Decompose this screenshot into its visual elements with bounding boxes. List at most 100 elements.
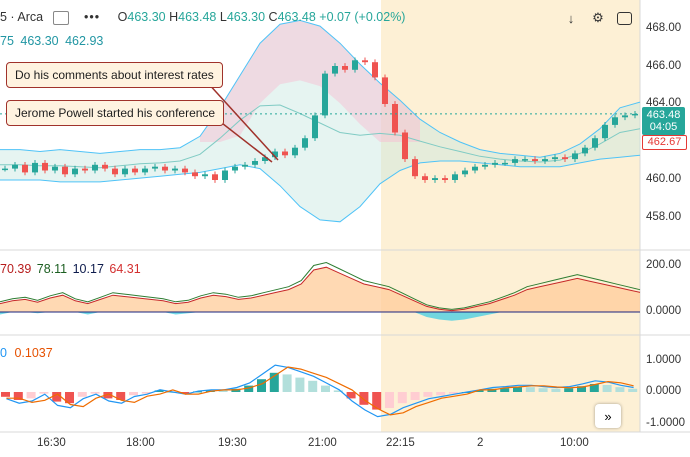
macd-tick: 0.0000 (646, 385, 682, 397)
price-tick: 466.00 (646, 60, 682, 72)
candle-body (232, 166, 238, 171)
macd-histogram-bar (39, 392, 49, 394)
candle-body (462, 170, 468, 175)
settings-icon[interactable]: ⚙ (588, 8, 608, 28)
ohlc-values: O463.30 H463.48 L463.30 C463.48 +0.07 (+… (118, 10, 406, 24)
time-tick: 21:00 (308, 437, 337, 449)
candle-body (292, 147, 298, 156)
maximize-icon[interactable] (614, 8, 634, 28)
indicator-value: 462.93 (65, 34, 104, 48)
change-value: +0.07 (+0.02%) (319, 10, 406, 24)
candle-body (522, 159, 528, 161)
ohlc-low-key: L (219, 10, 227, 24)
oscillator-legend: 70.39 78.11 10.17 64.31 (0, 261, 141, 277)
candle-body (142, 168, 148, 173)
extended-hours-shade (381, 0, 640, 432)
price-tick: 468.00 (646, 22, 682, 34)
macd-histogram-bar (282, 374, 292, 392)
indicator-value: 463.30 (20, 34, 59, 48)
ohlc-close-key: C (268, 10, 278, 24)
candle-body (612, 117, 618, 125)
candle-body (82, 168, 88, 171)
ohlc-high-value: 463.48 (178, 10, 217, 24)
last-price-label: 463.48 04:05 (642, 107, 685, 135)
annotation-callout[interactable]: Jerome Powell started his conference (6, 100, 225, 126)
scroll-to-realtime-button[interactable]: » (595, 404, 621, 428)
candle-body (352, 60, 358, 70)
candle-body (432, 178, 438, 180)
trading-chart[interactable]: 5 · Arca ••• O463.30 H463.48 L463.30 C46… (0, 0, 690, 457)
candle-body (312, 115, 318, 139)
candle-body (592, 138, 598, 148)
candle-body (252, 161, 258, 165)
indicator-legend: 75 463.30 462.93 (0, 33, 103, 49)
candle-body (582, 147, 588, 154)
macd-histogram-bar (513, 387, 522, 392)
candle-body (52, 166, 58, 171)
candle-body (172, 168, 178, 171)
candle-body (132, 168, 138, 173)
macd-histogram-bar (1, 392, 10, 397)
candle-body (202, 174, 208, 177)
osc-tick: 0.0000 (646, 305, 682, 317)
macd-histogram-bar (359, 392, 369, 405)
macd-histogram-bar (385, 392, 394, 408)
time-tick: 19:30 (218, 437, 247, 449)
candle-body (32, 162, 38, 173)
macd-histogram-bar (551, 388, 561, 392)
price-tick: 460.00 (646, 173, 682, 185)
macd-histogram-bar (410, 392, 420, 400)
candle-body (112, 168, 118, 175)
ohlc-open-key: O (117, 10, 128, 24)
time-tick: 18:00 (126, 437, 155, 449)
candle-body (482, 164, 488, 167)
arrow-down-icon[interactable]: ↓ (561, 8, 581, 28)
candle-body (332, 66, 338, 74)
candle-body (212, 174, 218, 180)
macd-histogram-bar (90, 392, 100, 394)
symbol-name[interactable]: 5 · Arca (0, 10, 43, 24)
time-tick: 16:30 (37, 437, 66, 449)
candle-body (472, 166, 478, 171)
time-tick: 22:15 (386, 437, 415, 449)
macd-tick: 1.0000 (646, 354, 682, 366)
time-tick: 10:00 (560, 437, 589, 449)
candle-body (542, 159, 548, 161)
candle-body (572, 153, 578, 160)
macd-tick: -1.0000 (646, 417, 686, 429)
ohlc-high-key: H (169, 10, 179, 24)
macd-histogram-bar (52, 392, 62, 402)
candle-body (62, 166, 68, 175)
macd-legend-value: 0 (0, 346, 7, 360)
candle-body (382, 77, 388, 104)
macd-histogram-bar (26, 392, 36, 399)
macd-legend: 0 0.1037 (0, 345, 53, 361)
candle-body (242, 164, 248, 167)
time-tick: 2 (477, 437, 484, 449)
ohlc-open-value: 463.30 (127, 10, 166, 24)
candle-body (602, 124, 608, 139)
candle-body (492, 162, 498, 165)
more-icon[interactable]: ••• (84, 10, 100, 24)
annotation-callout[interactable]: Do his comments about interest rates (6, 62, 223, 88)
candle-body (442, 178, 448, 180)
candle-body (152, 166, 158, 169)
macd-histogram-bar (295, 377, 305, 392)
candle-body (372, 62, 378, 78)
candle-body (162, 166, 168, 171)
macd-histogram-bar (308, 380, 318, 392)
macd-histogram-bar (129, 392, 138, 396)
candle-body (532, 159, 538, 161)
band-price-label: 462.67 (642, 135, 687, 150)
eye-slash-icon[interactable] (52, 10, 69, 25)
macd-legend-value: 0.1037 (14, 346, 53, 360)
macd-histogram-bar (321, 385, 330, 392)
macd-histogram-bar (436, 392, 446, 396)
candle-body (42, 162, 48, 171)
indicator-value: 75 (0, 34, 14, 48)
candle-body (342, 66, 348, 70)
macd-histogram-bar (538, 388, 548, 392)
candle-body (402, 132, 408, 160)
macd-histogram-bar (615, 387, 625, 392)
candle-body (2, 168, 8, 171)
